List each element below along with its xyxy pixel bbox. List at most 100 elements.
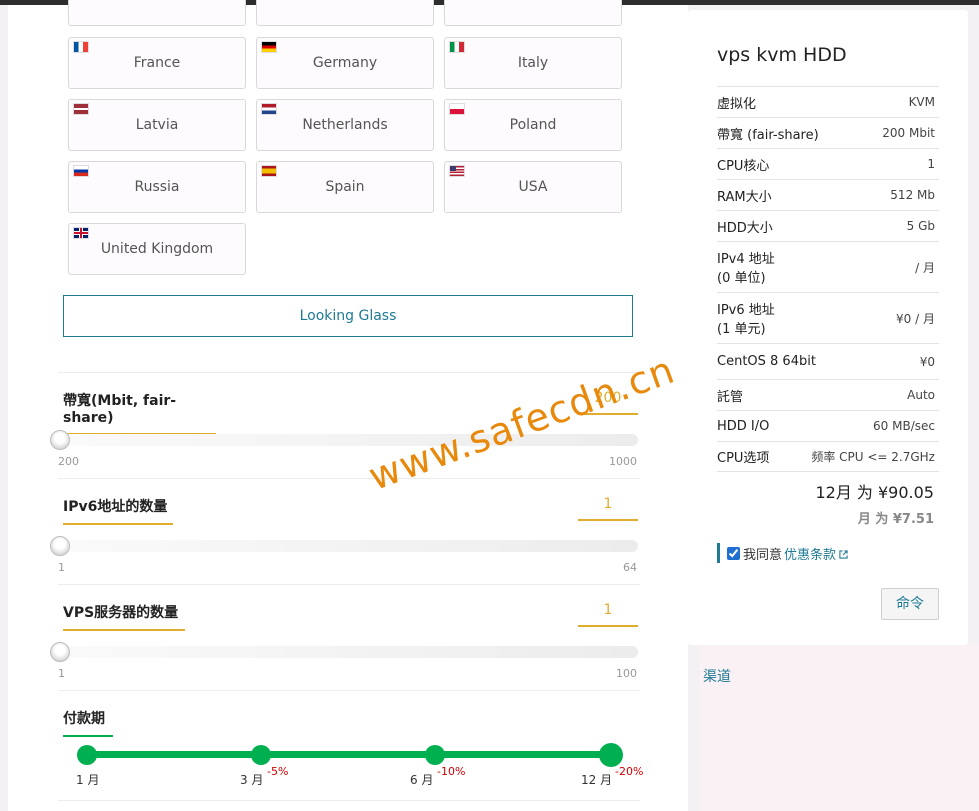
channel-link[interactable]: 渠道 [703, 666, 731, 686]
location-card-spain[interactable]: Spain [256, 161, 434, 213]
spec-key: CentOS 8 64bit [717, 354, 816, 369]
bandwidth-slider-handle[interactable] [50, 430, 70, 450]
bandwidth-max: 1000 [609, 455, 637, 468]
term-option-6-months[interactable] [425, 745, 445, 765]
divider [58, 584, 640, 585]
location-label: Spain [325, 179, 365, 195]
divider [58, 372, 640, 373]
location-label: Poland [509, 117, 557, 133]
spec-key: HDD I/O [717, 418, 770, 434]
terms-agreement: 我同意 优惠条款 [717, 543, 848, 563]
location-card-poland[interactable]: Poland [444, 99, 622, 151]
spec-value: 512 Mb [890, 188, 935, 202]
term-label: 3 月 [240, 773, 264, 787]
spec-table: 虚拟化 KVM 帶寬 (fair-share) 200 Mbit CPU核心 1… [717, 86, 939, 472]
agree-checkbox[interactable] [727, 546, 740, 560]
spec-value: ¥0 / 月 [896, 311, 935, 326]
order-summary-panel: vps kvm HDD 虚拟化 KVM 帶寬 (fair-share) 200 … [688, 10, 968, 645]
spec-key: IPv6 地址 (1 单元) [717, 299, 775, 337]
location-card-united-kingdom[interactable]: United Kingdom [68, 223, 246, 275]
billing-period-track[interactable] [87, 751, 611, 758]
looking-glass-button[interactable]: Looking Glass [63, 295, 633, 337]
plan-title: vps kvm HDD [717, 44, 847, 66]
monthly-price: 月 为 ¥7.51 [857, 512, 934, 527]
location-card-latvia[interactable]: Latvia [68, 99, 246, 151]
term-option-1-month[interactable] [77, 745, 97, 765]
spec-row: 虚拟化 KVM [717, 86, 939, 117]
ipv6-slider-handle[interactable] [50, 536, 70, 556]
spec-row: HDD大小 5 Gb [717, 210, 939, 241]
ipv6-min: 1 [58, 561, 65, 574]
right-background [700, 645, 979, 811]
latvia-flag-icon [74, 104, 88, 114]
term-option-3-months[interactable] [251, 745, 271, 765]
server-count-value-input[interactable]: 1 [578, 602, 638, 627]
location-card-netherlands[interactable]: Netherlands [256, 99, 434, 151]
server-count-title: VPS服务器的数量 [63, 602, 185, 631]
divider [58, 478, 640, 479]
location-label: France [133, 55, 181, 71]
spec-row: 帶寬 (fair-share) 200 Mbit [717, 117, 939, 148]
billing-period-title: 付款期 [63, 708, 113, 737]
spec-value: KVM [908, 95, 935, 109]
spain-flag-icon [262, 166, 276, 176]
server-slider-track[interactable] [62, 646, 638, 658]
total-price: 12月 为 ¥90.05 [815, 483, 934, 502]
spec-value: 5 Gb [906, 219, 935, 233]
ipv6-count-value-input[interactable]: 1 [578, 496, 638, 521]
location-label: Germany [312, 55, 378, 71]
location-card-partial[interactable] [256, 0, 434, 26]
spec-row: CPU选项 频率 CPU <= 2.7GHz [717, 441, 939, 472]
spec-row: 託管 Auto [717, 379, 939, 410]
spec-key: 虚拟化 [717, 96, 757, 112]
ipv6-count-title: IPv6地址的数量 [63, 496, 173, 525]
agree-label: 我同意 [743, 547, 783, 563]
usa-flag-icon [450, 166, 464, 176]
order-button[interactable]: 命令 [881, 588, 939, 620]
location-label: Italy [517, 55, 549, 71]
ipv6-max: 64 [623, 561, 637, 574]
location-card-partial[interactable] [68, 0, 246, 26]
spec-value: 60 MB/sec [873, 419, 935, 433]
spec-value: Auto [907, 388, 935, 402]
term-discount: -10% [437, 765, 466, 778]
spec-key: 託管 [717, 389, 744, 405]
location-card-germany[interactable]: Germany [256, 37, 434, 89]
location-label: Russia [134, 179, 180, 195]
spec-row: HDD I/O 60 MB/sec [717, 410, 939, 441]
divider [58, 690, 640, 691]
external-link-icon [839, 549, 848, 559]
server-slider-handle[interactable] [50, 642, 70, 662]
location-card-partial[interactable] [444, 0, 622, 26]
netherlands-flag-icon [262, 104, 276, 114]
term-label: 6 月 [410, 773, 434, 787]
spec-row: CPU核心 1 [717, 148, 939, 179]
server-max: 100 [616, 667, 637, 680]
ipv6-slider-track[interactable] [62, 540, 638, 552]
spec-row: CentOS 8 64bit ¥0 [717, 343, 939, 379]
spec-value: 1 [927, 157, 935, 171]
spec-row: RAM大小 512 Mb [717, 179, 939, 210]
location-label: USA [518, 179, 548, 195]
italy-flag-icon [450, 42, 464, 52]
location-card-italy[interactable]: Italy [444, 37, 622, 89]
spec-key-line: IPv4 地址 [717, 252, 775, 267]
russia-flag-icon [74, 166, 88, 176]
spec-key: HDD大小 [717, 220, 773, 236]
spec-key: 帶寬 (fair-share) [717, 127, 819, 143]
term-discount: -5% [267, 765, 289, 778]
spec-key-line: (1 单元) [717, 322, 766, 337]
location-card-russia[interactable]: Russia [68, 161, 246, 213]
location-card-france[interactable]: France [68, 37, 246, 89]
spec-row: IPv6 地址 (1 单元) ¥0 / 月 [717, 292, 939, 343]
location-card-usa[interactable]: USA [444, 161, 622, 213]
spec-key: CPU核心 [717, 158, 770, 174]
bandwidth-min: 200 [58, 455, 79, 468]
spec-value: 200 Mbit [882, 126, 935, 140]
spec-key-line: IPv6 地址 [717, 303, 775, 318]
location-label: Netherlands [302, 117, 388, 133]
terms-link[interactable]: 优惠条款 [784, 544, 848, 563]
term-option-12-months[interactable] [599, 743, 623, 767]
spec-key: IPv4 地址 (0 单位) [717, 248, 775, 286]
spec-value: / 月 [915, 260, 935, 275]
